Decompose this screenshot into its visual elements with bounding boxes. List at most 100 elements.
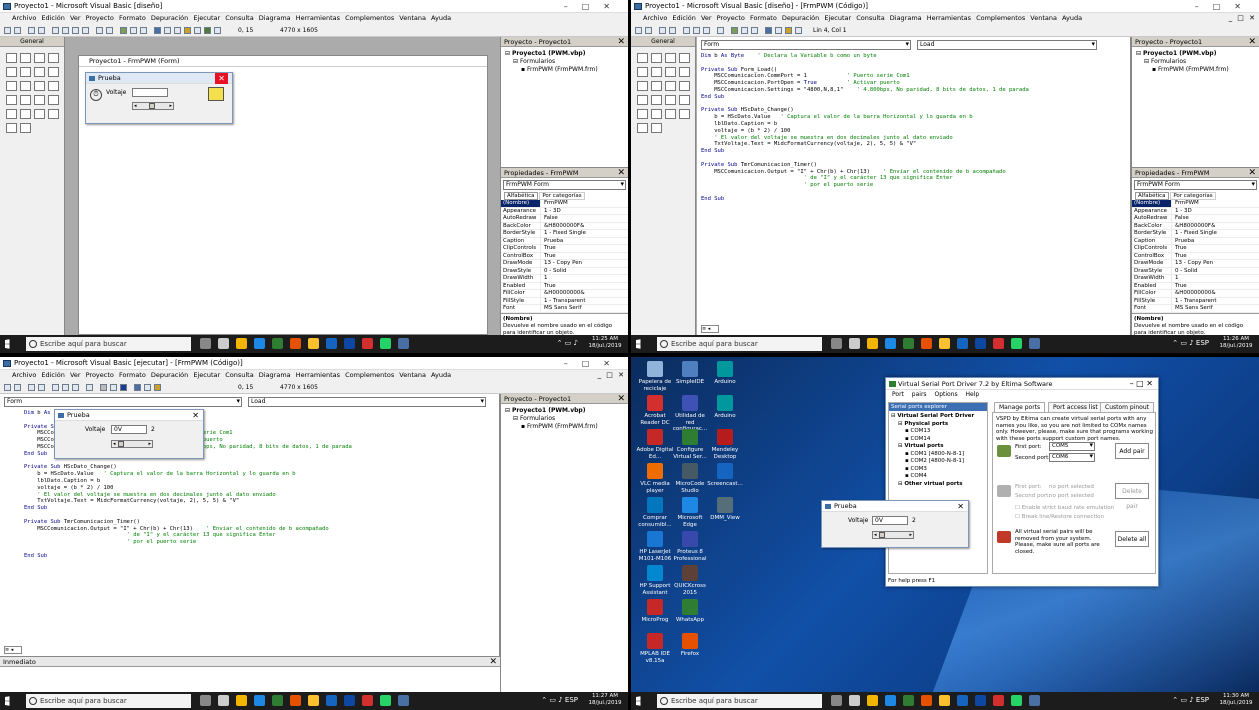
textbox-tool-icon[interactable] — [679, 53, 690, 63]
taskbar-app-icon[interactable] — [903, 338, 914, 349]
pause-icon[interactable] — [110, 384, 117, 391]
clock[interactable]: 11:30 AM 18/jul./2019 — [1217, 693, 1255, 707]
timer-tool-icon[interactable] — [6, 95, 17, 105]
tree-project[interactable]: ⊟ Proyecto1 (PWM.vbp) — [505, 407, 624, 415]
comm-tool-icon[interactable] — [651, 123, 662, 133]
desktop-icon[interactable]: Acrobat Reader DC — [635, 395, 675, 426]
tree-project[interactable]: ⊟ Proyecto1 (PWM.vbp) — [1136, 50, 1255, 58]
taskbar-app-icon[interactable] — [362, 338, 373, 349]
paste-icon[interactable] — [72, 27, 79, 34]
close-icon[interactable]: ✕ — [1248, 37, 1256, 47]
property-row[interactable]: DrawWidth 1 — [501, 275, 628, 283]
desktop-icon[interactable]: HP Support Assistant — [635, 565, 675, 596]
stop-icon[interactable] — [120, 384, 127, 391]
taskbar-search[interactable]: Escribe aquí para buscar — [26, 337, 191, 351]
frame-tool-icon[interactable] — [6, 67, 17, 77]
button-tool-icon[interactable] — [651, 67, 662, 77]
desktop-icon[interactable]: MPLAB IDE v8.15a — [635, 633, 675, 664]
desktop-icon[interactable]: Configure Virtual Ser... — [670, 429, 710, 460]
code-editor[interactable]: Dim b As Byte ' Declara la Variable b co… — [701, 53, 1122, 323]
taskbar-app-icon[interactable] — [254, 695, 265, 706]
run-icon[interactable] — [120, 27, 127, 34]
second-port-select[interactable]: COM6 — [1049, 453, 1095, 462]
port-tree-item[interactable]: ▪ COM4 — [891, 473, 985, 481]
property-row[interactable]: BorderStyle 1 - Fixed Single — [501, 230, 628, 238]
hscroll-tool-icon[interactable] — [665, 81, 676, 91]
menu-bar[interactable]: Archivo Edición Ver Proyecto Formato Dep… — [631, 13, 1259, 24]
property-row[interactable]: Appearance 1 - 3D — [1132, 207, 1259, 215]
property-row[interactable]: ClipControls True — [501, 245, 628, 253]
stop-icon[interactable] — [751, 27, 758, 34]
window-controls[interactable]: –□✕ — [564, 0, 624, 13]
property-row[interactable]: AutoRedraw False — [501, 215, 628, 223]
taskbar-app-icon[interactable] — [957, 695, 968, 706]
find-icon[interactable] — [82, 27, 89, 34]
taskbar-app-icon[interactable] — [380, 338, 391, 349]
property-row[interactable]: (Nombre) FrmPWM — [501, 200, 628, 208]
menu-options[interactable]: Options — [934, 391, 957, 398]
properties-object-combo[interactable]: FrmPWM Form — [503, 180, 626, 190]
desktop-icon[interactable]: HP LaserJet M101-M106 — [635, 531, 675, 562]
mscomm-control-icon[interactable] — [208, 87, 224, 101]
paste-icon[interactable] — [703, 27, 710, 34]
clock[interactable]: 11:25 AM 18/jul./2019 — [586, 336, 624, 350]
property-row[interactable]: Font MS Sans Serif — [501, 305, 628, 313]
dir-tool-icon[interactable] — [34, 95, 45, 105]
properties-icon[interactable] — [164, 27, 171, 34]
menu-bar[interactable]: Archivo Edición Ver Proyecto Formato Dep… — [0, 13, 628, 24]
property-row[interactable]: DrawWidth 1 — [1132, 275, 1259, 283]
property-row[interactable]: BorderStyle 1 - Fixed Single — [1132, 230, 1259, 238]
property-row[interactable]: Font MS Sans Serif — [1132, 305, 1259, 313]
menu-items[interactable]: Archivo Edición Ver Proyecto Formato Dep… — [643, 14, 1082, 22]
taskbar-app-icon[interactable] — [218, 338, 229, 349]
image-tool-icon[interactable] — [34, 109, 45, 119]
property-row[interactable]: BackColor &H8000000F& — [501, 222, 628, 230]
taskbar-app-icon[interactable] — [939, 338, 950, 349]
line-tool-icon[interactable] — [20, 109, 31, 119]
windows-start-icon[interactable] — [636, 696, 641, 706]
menu-port-pairs[interactable]: Port pairs — [892, 391, 927, 398]
run-icon[interactable] — [100, 384, 107, 391]
picturebox-tool-icon[interactable] — [651, 53, 662, 63]
taskbar-app-icon[interactable] — [218, 695, 229, 706]
desktop-icon[interactable]: Microsoft Edge — [670, 497, 710, 528]
property-list[interactable]: (Nombre) FrmPWM Appearance 1 - 3D AutoRedraw… — [1132, 200, 1259, 313]
object-browser-icon[interactable] — [154, 384, 161, 391]
button-tool-icon[interactable] — [20, 67, 31, 77]
desktop-icon[interactable]: Papelera de reciclaje — [635, 361, 675, 392]
label-tool-icon[interactable] — [665, 53, 676, 63]
taskbar-app-icon[interactable] — [200, 695, 211, 706]
pause-icon[interactable] — [741, 27, 748, 34]
property-row[interactable]: FillColor &H00000000& — [501, 290, 628, 298]
window-controls[interactable]: – □ ✕ — [1130, 378, 1153, 390]
picturebox-tool-icon[interactable] — [20, 53, 31, 63]
taskbar-app-icon[interactable] — [921, 338, 932, 349]
tree-project[interactable]: ⊟ Proyecto1 (PWM.vbp) — [505, 50, 624, 58]
object-combo[interactable]: Form — [4, 397, 242, 407]
form-prueba-design[interactable]: Prueba ✕ ⏱ Voltaje ◂ ▸ — [85, 72, 233, 124]
break-line-option[interactable]: ☐ Break line/Restore connection — [1015, 514, 1104, 521]
menu-help[interactable]: Help — [966, 391, 980, 398]
taskbar-app-icon[interactable] — [308, 338, 319, 349]
add-project-icon[interactable] — [635, 27, 642, 34]
taskbar-app-icon[interactable] — [975, 695, 986, 706]
comm-tool-icon[interactable] — [20, 123, 31, 133]
taskbar-search[interactable]: Escribe aquí para buscar — [26, 694, 191, 708]
property-row[interactable]: ClipControls True — [1132, 245, 1259, 253]
taskbar-app-icon[interactable] — [831, 695, 842, 706]
taskbar-app-icon[interactable] — [1029, 695, 1040, 706]
taskbar-app-icon[interactable] — [1011, 695, 1022, 706]
taskbar-app-icon[interactable] — [290, 695, 301, 706]
copy-icon[interactable] — [62, 27, 69, 34]
delete-pair-button[interactable]: Delete pair — [1115, 483, 1149, 510]
tray-icons[interactable]: ⌃ ▭ ♪ — [557, 339, 578, 347]
tab-categories[interactable]: Por categorías — [539, 192, 585, 200]
undo-icon[interactable] — [96, 27, 103, 34]
taskbar-app-icon[interactable] — [975, 338, 986, 349]
file-tool-icon[interactable] — [679, 95, 690, 105]
mdi-controls[interactable]: _ □ ✕ — [1229, 13, 1255, 24]
menu-items[interactable]: Archivo Edición Ver Proyecto Formato Dep… — [12, 371, 451, 379]
add-pair-button[interactable]: Add pair — [1115, 443, 1149, 459]
run-icon[interactable] — [731, 27, 738, 34]
taskbar-app-icon[interactable] — [957, 338, 968, 349]
